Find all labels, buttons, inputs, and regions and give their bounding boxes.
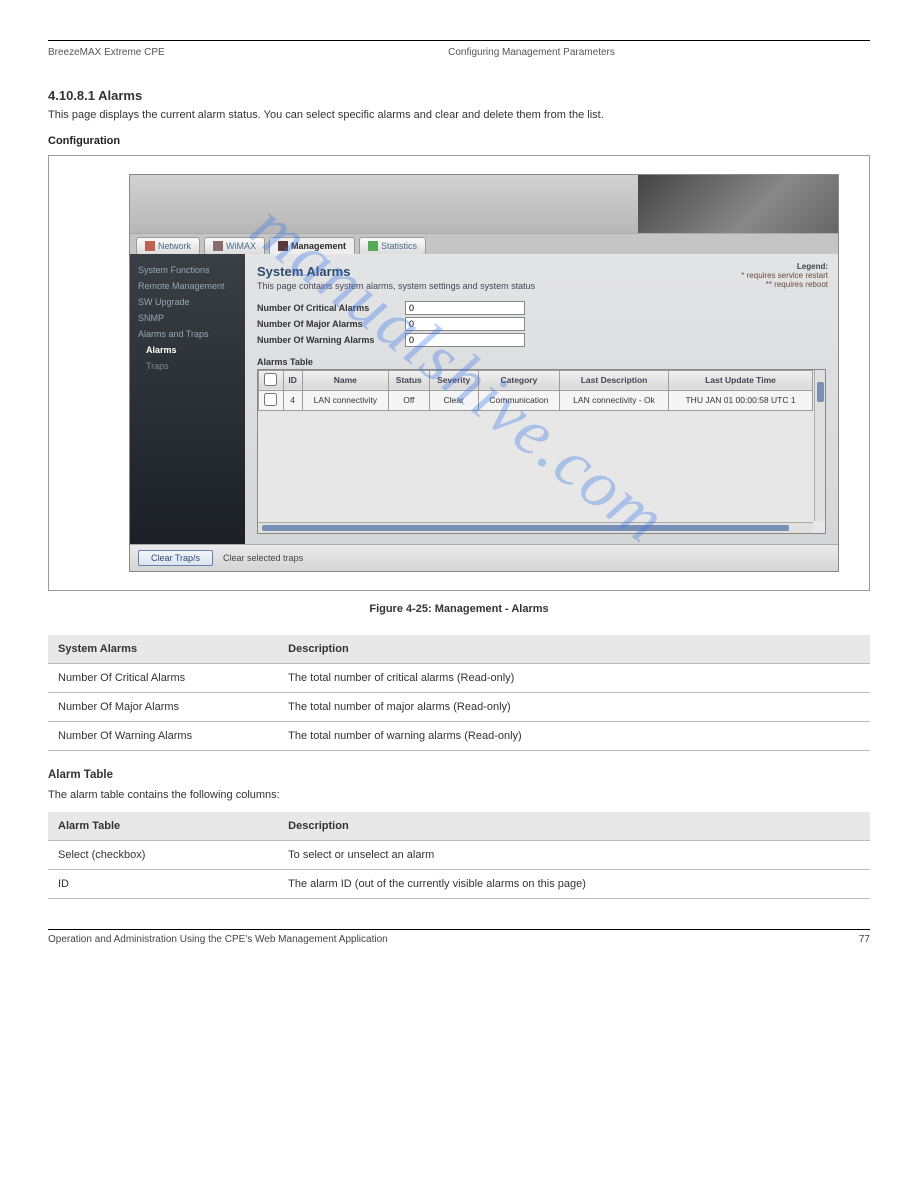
tab-label: Management — [291, 241, 346, 251]
statistics-icon — [368, 241, 378, 251]
legend-restart: * requires service restart — [741, 271, 828, 280]
info-row: Number Of Warning AlarmsThe total number… — [48, 721, 870, 750]
field-label: Number Of Major Alarms — [257, 319, 397, 329]
alarm-count-input — [405, 333, 525, 347]
cell — [259, 390, 284, 410]
sidebar-item-alarms-and-traps[interactable]: Alarms and Traps — [136, 326, 239, 342]
banner — [130, 175, 838, 233]
field-label: Number Of Warning Alarms — [257, 335, 397, 345]
management-icon — [278, 241, 288, 251]
legend-reboot: ** requires reboot — [741, 280, 828, 289]
tab-label: Network — [158, 241, 191, 251]
tab-management[interactable]: Management — [269, 237, 355, 254]
tab-statistics[interactable]: Statistics — [359, 237, 426, 254]
cell: Clear — [429, 390, 478, 410]
horizontal-scrollbar[interactable] — [258, 522, 813, 533]
tab-network[interactable]: Network — [136, 237, 200, 254]
alarm-table-subhead: Alarm Table — [48, 769, 870, 781]
column-header — [259, 370, 284, 390]
alarm-table-info-table: Alarm TableDescriptionSelect (checkbox)T… — [48, 812, 870, 899]
alarms-table: IDNameStatusSeverityCategoryLast Descrip… — [258, 370, 813, 411]
sidebar: System FunctionsRemote ManagementSW Upgr… — [130, 254, 245, 544]
info-cell: Number Of Critical Alarms — [48, 663, 278, 692]
section-number: 4.10.8.1 — [48, 88, 95, 103]
info-header: Description — [278, 635, 870, 664]
info-cell: Select (checkbox) — [48, 841, 278, 870]
info-row: Number Of Critical AlarmsThe total numbe… — [48, 663, 870, 692]
info-row: IDThe alarm ID (out of the currently vis… — [48, 870, 870, 899]
wimax-icon — [213, 241, 223, 251]
info-cell: The alarm ID (out of the currently visib… — [278, 870, 870, 899]
figure-caption: Figure 4-25: Management - Alarms — [48, 603, 870, 615]
select-all-checkbox[interactable] — [264, 373, 277, 386]
info-header: Alarm Table — [48, 812, 278, 841]
section-title: Alarms — [98, 88, 142, 103]
cell: LAN connectivity - Ok — [560, 390, 669, 410]
field-row: Number Of Major Alarms — [257, 317, 826, 331]
screenshot-container: Network WiMAX Management Statistics System … — [48, 155, 870, 591]
sidebar-item-system-functions[interactable]: System Functions — [136, 262, 239, 278]
network-icon — [145, 241, 155, 251]
cell: Off — [389, 390, 430, 410]
sidebar-item-sw-upgrade[interactable]: SW Upgrade — [136, 294, 239, 310]
sidebar-item-snmp[interactable]: SNMP — [136, 310, 239, 326]
configuration-label: Configuration — [48, 135, 870, 147]
info-cell: Number Of Major Alarms — [48, 692, 278, 721]
tab-label: Statistics — [381, 241, 417, 251]
action-bar: Clear Trap/s Clear selected traps — [130, 544, 838, 571]
info-row: Select (checkbox)To select or unselect a… — [48, 841, 870, 870]
alarm-count-input — [405, 301, 525, 315]
alarms-table-wrap: IDNameStatusSeverityCategoryLast Descrip… — [257, 369, 826, 534]
info-cell: To select or unselect an alarm — [278, 841, 870, 870]
vertical-scrollbar[interactable] — [814, 370, 825, 521]
info-cell: The total number of warning alarms (Read… — [278, 721, 870, 750]
info-header: System Alarms — [48, 635, 278, 664]
column-header: Severity — [429, 370, 478, 390]
row-checkbox[interactable] — [264, 393, 277, 406]
tab-bar: Network WiMAX Management Statistics — [130, 233, 838, 254]
info-cell: ID — [48, 870, 278, 899]
info-cell: The total number of major alarms (Read-o… — [278, 692, 870, 721]
header-product-line: BreezeMAX Extreme CPE — [48, 47, 165, 58]
banner-graphic — [638, 175, 838, 233]
sidebar-item-remote-management[interactable]: Remote Management — [136, 278, 239, 294]
info-cell: The total number of critical alarms (Rea… — [278, 663, 870, 692]
alarm-count-input — [405, 317, 525, 331]
column-header: ID — [283, 370, 302, 390]
footer-left: Operation and Administration Using the C… — [48, 934, 388, 945]
section-paragraph: This page displays the current alarm sta… — [48, 107, 870, 125]
info-header: Description — [278, 812, 870, 841]
tab-label: WiMAX — [226, 241, 256, 251]
info-row: Number Of Major AlarmsThe total number o… — [48, 692, 870, 721]
sidebar-item-alarms[interactable]: Alarms — [136, 342, 239, 358]
cell: 4 — [283, 390, 302, 410]
alarm-table-intro: The alarm table contains the following c… — [48, 787, 870, 805]
column-header: Status — [389, 370, 430, 390]
field-label: Number Of Critical Alarms — [257, 303, 397, 313]
tab-wimax[interactable]: WiMAX — [204, 237, 265, 254]
action-help-text: Clear selected traps — [223, 553, 303, 563]
column-header: Category — [478, 370, 559, 390]
app-window: Network WiMAX Management Statistics System … — [129, 174, 839, 572]
system-alarms-info-table: System AlarmsDescriptionNumber Of Critic… — [48, 635, 870, 751]
sidebar-item-traps[interactable]: Traps — [136, 358, 239, 374]
header-chapter: Configuring Management Parameters — [448, 47, 615, 58]
field-row: Number Of Warning Alarms — [257, 333, 826, 347]
cell: THU JAN 01 00:00:58 UTC 1 — [669, 390, 813, 410]
table-row: 4LAN connectivityOffClearCommunicationLA… — [259, 390, 813, 410]
column-header: Name — [302, 370, 388, 390]
cell: LAN connectivity — [302, 390, 388, 410]
info-cell: Number Of Warning Alarms — [48, 721, 278, 750]
clear-traps-button[interactable]: Clear Trap/s — [138, 550, 213, 566]
content-panel: Legend: * requires service restart ** re… — [245, 254, 838, 544]
alarms-table-title: Alarms Table — [257, 357, 826, 367]
footer-page-number: 77 — [859, 934, 870, 945]
legend: Legend: * requires service restart ** re… — [741, 262, 828, 289]
legend-title: Legend: — [741, 262, 828, 271]
column-header: Last Update Time — [669, 370, 813, 390]
cell: Communication — [478, 390, 559, 410]
column-header: Last Description — [560, 370, 669, 390]
field-row: Number Of Critical Alarms — [257, 301, 826, 315]
